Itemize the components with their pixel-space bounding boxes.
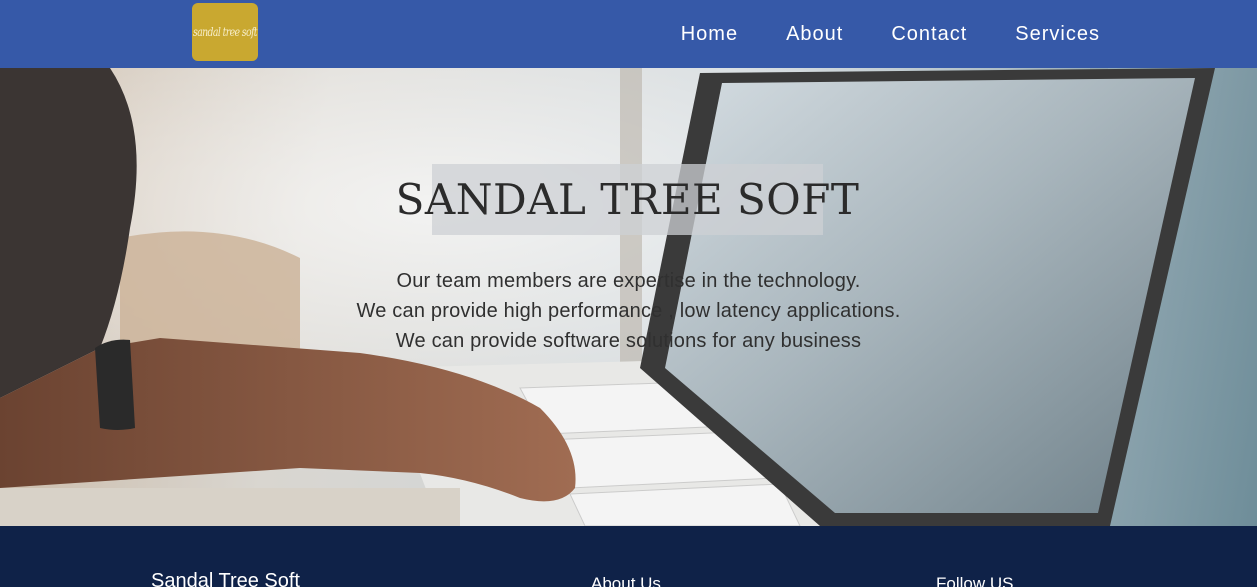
- page: sandal tree soft Home About Contact Serv…: [0, 0, 1257, 587]
- nav-contact-link[interactable]: Contact: [891, 23, 967, 46]
- footer-brand: Sandal Tree Soft: [151, 570, 300, 587]
- nav-services-link[interactable]: Services: [1015, 23, 1100, 46]
- site-header: sandal tree soft Home About Contact Serv…: [0, 0, 1257, 68]
- hero-title: SANDAL TREE SOFT: [395, 175, 860, 224]
- nav-about-link[interactable]: About: [786, 23, 843, 46]
- tagline-line: Our team members are expertise in the te…: [396, 270, 861, 292]
- logo-text: sandal tree soft: [193, 25, 258, 39]
- footer-about-heading: About Us: [591, 574, 661, 587]
- tagline-line: We can provide software solutions for an…: [395, 330, 862, 352]
- hero-title-box: SANDAL TREE SOFT: [396, 164, 859, 235]
- footer-follow-heading: Follow US: [936, 574, 1014, 587]
- nav-home-link[interactable]: Home: [681, 23, 738, 46]
- site-footer: Sandal Tree Soft About Us Follow US: [0, 526, 1257, 587]
- hero-tagline: Our team members are expertise in the te…: [0, 266, 1257, 356]
- tagline-line: We can provide high performance , low la…: [356, 300, 901, 322]
- main-nav: Home About Contact Services: [681, 0, 1100, 68]
- logo[interactable]: sandal tree soft: [192, 3, 258, 61]
- hero-section: SANDAL TREE SOFT Our team members are ex…: [0, 68, 1257, 526]
